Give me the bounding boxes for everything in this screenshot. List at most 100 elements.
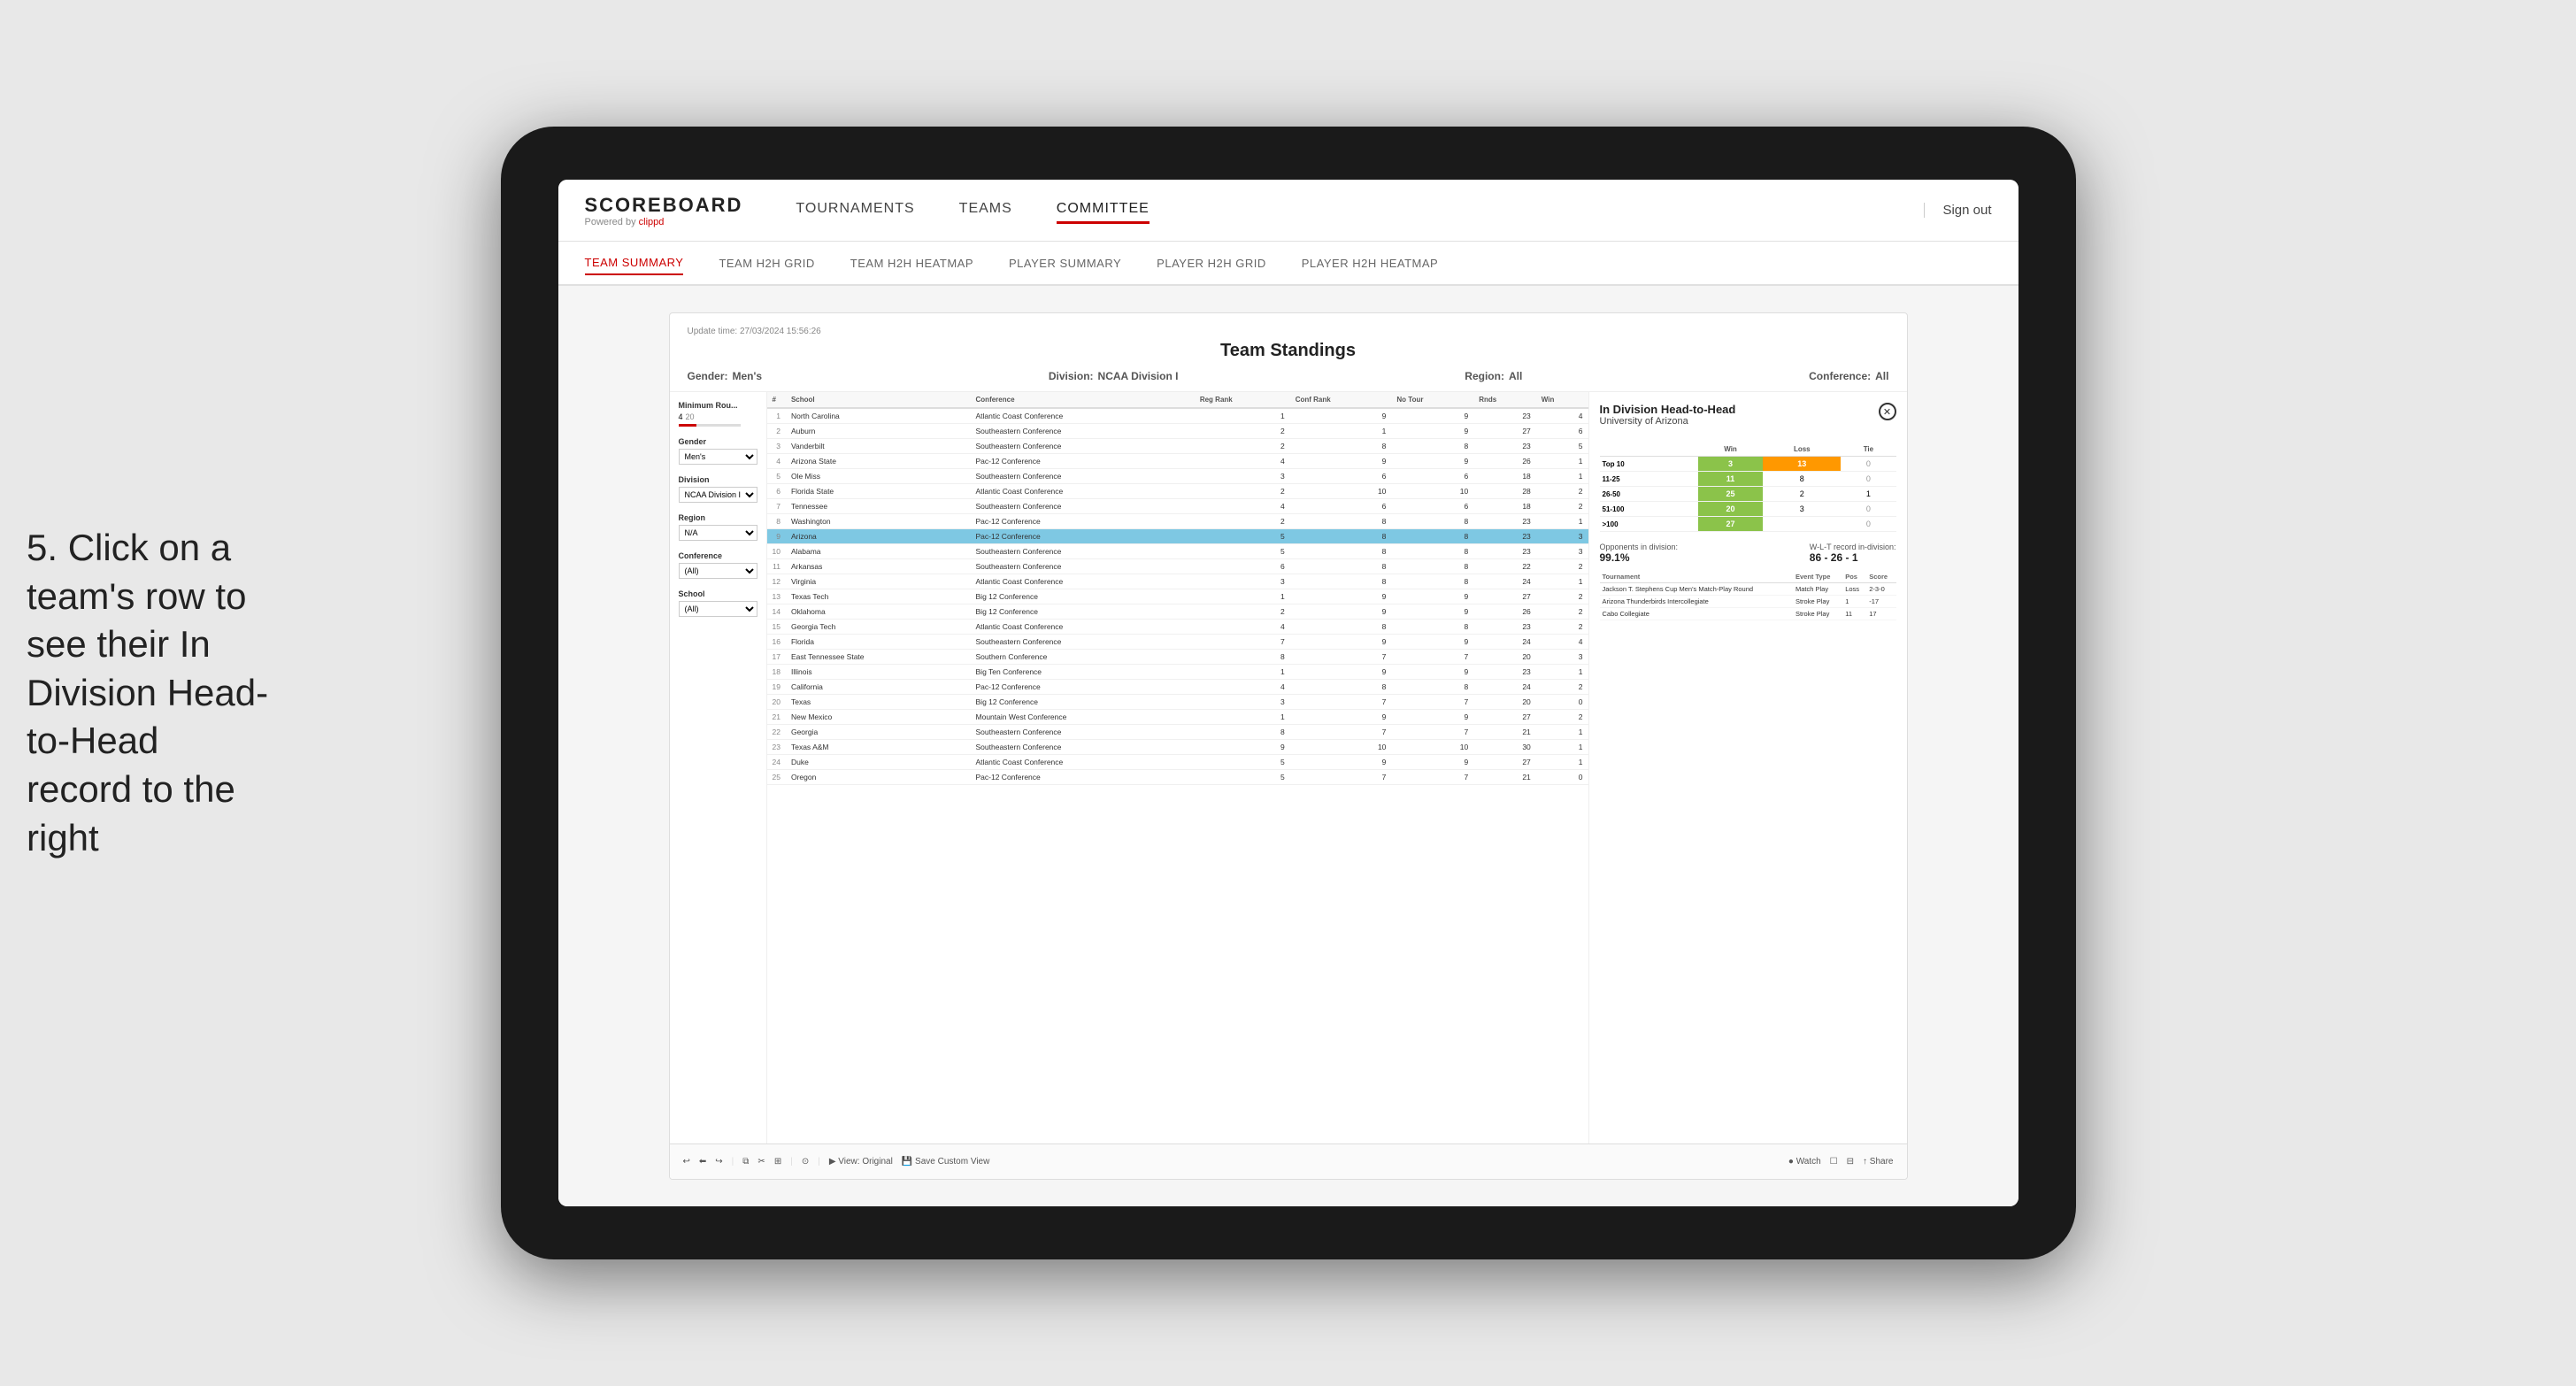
t-col-pos: Pos bbox=[1842, 571, 1866, 583]
cell-no-tour: 7 bbox=[1391, 695, 1473, 710]
h2h-close-button[interactable]: ✕ bbox=[1879, 403, 1896, 420]
table-row[interactable]: 22 Georgia Southeastern Conference 8 7 7… bbox=[767, 725, 1588, 740]
table-row[interactable]: 15 Georgia Tech Atlantic Coast Conferenc… bbox=[767, 620, 1588, 635]
nav-committee[interactable]: COMMITTEE bbox=[1057, 196, 1150, 224]
subnav-team-summary[interactable]: TEAM SUMMARY bbox=[585, 251, 684, 275]
table-row[interactable]: 10 Alabama Southeastern Conference 5 8 8… bbox=[767, 544, 1588, 559]
toolbar-watch[interactable]: ● Watch bbox=[1788, 1157, 1821, 1167]
table-row[interactable]: 8 Washington Pac-12 Conference 2 8 8 23 … bbox=[767, 514, 1588, 529]
gender-select[interactable]: Men's bbox=[679, 449, 757, 465]
table-row[interactable]: 3 Vanderbilt Southeastern Conference 2 8… bbox=[767, 439, 1588, 454]
col-win: Win bbox=[1536, 392, 1588, 408]
toolbar-time[interactable]: ⊙ bbox=[802, 1157, 809, 1167]
cell-rnds: 23 bbox=[1473, 514, 1536, 529]
toolbar-sep1: | bbox=[732, 1157, 734, 1167]
cell-no-tour: 7 bbox=[1391, 725, 1473, 740]
table-row[interactable]: 9 Arizona Pac-12 Conference 5 8 8 23 3 bbox=[767, 529, 1588, 544]
table-row[interactable]: 5 Ole Miss Southeastern Conference 3 6 6… bbox=[767, 469, 1588, 484]
table-row[interactable]: 24 Duke Atlantic Coast Conference 5 9 9 … bbox=[767, 755, 1588, 770]
table-row[interactable]: 18 Illinois Big Ten Conference 1 9 9 23 … bbox=[767, 665, 1588, 680]
conference-select[interactable]: (All) bbox=[679, 563, 757, 579]
cell-no-tour: 7 bbox=[1391, 770, 1473, 785]
cell-conference: Southeastern Conference bbox=[971, 635, 1195, 650]
table-row[interactable]: 2 Auburn Southeastern Conference 2 1 9 2… bbox=[767, 424, 1588, 439]
table-row[interactable]: 23 Texas A&M Southeastern Conference 9 1… bbox=[767, 740, 1588, 755]
table-row[interactable]: 12 Virginia Atlantic Coast Conference 3 … bbox=[767, 574, 1588, 589]
toolbar-undo[interactable]: ↩ bbox=[683, 1157, 690, 1167]
filter-region: Region: All bbox=[1465, 370, 1522, 382]
t-pos: 1 bbox=[1842, 596, 1866, 608]
table-row[interactable]: 16 Florida Southeastern Conference 7 9 9… bbox=[767, 635, 1588, 650]
standings-table-area: # School Conference Reg Rank Conf Rank N… bbox=[767, 392, 1588, 1143]
cell-conference: Southeastern Conference bbox=[971, 469, 1195, 484]
cell-win: 1 bbox=[1536, 454, 1588, 469]
annotation-content: 5. Click on a team's row to see their In… bbox=[27, 527, 268, 859]
cell-school: Texas Tech bbox=[786, 589, 971, 604]
filter-row: Gender: Men's Division: NCAA Division I … bbox=[688, 370, 1889, 382]
toolbar-copy[interactable]: ⧉ bbox=[742, 1157, 749, 1167]
toolbar-view-original[interactable]: ▶ View: Original bbox=[829, 1157, 893, 1167]
toolbar-cut[interactable]: ✂ bbox=[757, 1157, 765, 1167]
cell-no-tour: 8 bbox=[1391, 439, 1473, 454]
cell-win: 2 bbox=[1536, 680, 1588, 695]
cell-no-tour: 8 bbox=[1391, 544, 1473, 559]
toolbar-save-custom[interactable]: 💾 Save Custom View bbox=[902, 1157, 990, 1167]
min-rounds-slider[interactable] bbox=[679, 424, 741, 427]
school-select[interactable]: (All) bbox=[679, 601, 757, 617]
division-select[interactable]: NCAA Division I bbox=[679, 487, 757, 503]
table-row[interactable]: 13 Texas Tech Big 12 Conference 1 9 9 27… bbox=[767, 589, 1588, 604]
table-row[interactable]: 7 Tennessee Southeastern Conference 4 6 … bbox=[767, 499, 1588, 514]
nav-tournaments[interactable]: TOURNAMENTS bbox=[796, 196, 914, 224]
cell-win: 2 bbox=[1536, 604, 1588, 620]
table-row[interactable]: 21 New Mexico Mountain West Conference 1… bbox=[767, 710, 1588, 725]
table-row[interactable]: 17 East Tennessee State Southern Confere… bbox=[767, 650, 1588, 665]
table-row[interactable]: 25 Oregon Pac-12 Conference 5 7 7 21 0 bbox=[767, 770, 1588, 785]
cell-rnds: 24 bbox=[1473, 635, 1536, 650]
h2h-loss: 8 bbox=[1763, 472, 1841, 487]
cell-rnds: 21 bbox=[1473, 725, 1536, 740]
division-filter: Division NCAA Division I bbox=[679, 475, 757, 503]
t-name: Cabo Collegiate bbox=[1600, 608, 1793, 620]
cell-rank: 24 bbox=[767, 755, 786, 770]
h2h-tie: 0 bbox=[1841, 472, 1895, 487]
cell-rnds: 21 bbox=[1473, 770, 1536, 785]
table-row[interactable]: 6 Florida State Atlantic Coast Conferenc… bbox=[767, 484, 1588, 499]
cell-rnds: 23 bbox=[1473, 529, 1536, 544]
cell-conference: Southeastern Conference bbox=[971, 439, 1195, 454]
subnav-team-h2h-grid[interactable]: TEAM H2H GRID bbox=[719, 252, 814, 274]
table-row[interactable]: 4 Arizona State Pac-12 Conference 4 9 9 … bbox=[767, 454, 1588, 469]
toolbar-share[interactable]: ↑ Share bbox=[1863, 1157, 1893, 1167]
t-col-name: Tournament bbox=[1600, 571, 1793, 583]
toolbar-layout[interactable]: ⊟ bbox=[1847, 1157, 1854, 1167]
nav-teams[interactable]: TEAMS bbox=[959, 196, 1012, 224]
h2h-title: In Division Head-to-Head bbox=[1600, 403, 1736, 416]
cell-conference: Pac-12 Conference bbox=[971, 770, 1195, 785]
table-row[interactable]: 11 Arkansas Southeastern Conference 6 8 … bbox=[767, 559, 1588, 574]
subnav-player-h2h-grid[interactable]: PLAYER H2H GRID bbox=[1157, 252, 1266, 274]
table-row[interactable]: 14 Oklahoma Big 12 Conference 2 9 9 26 2 bbox=[767, 604, 1588, 620]
cell-conference: Pac-12 Conference bbox=[971, 529, 1195, 544]
cell-win: 5 bbox=[1536, 439, 1588, 454]
col-reg-rank: Reg Rank bbox=[1195, 392, 1290, 408]
toolbar-comment[interactable]: ☐ bbox=[1830, 1157, 1838, 1167]
subnav-team-h2h-heatmap[interactable]: TEAM H2H HEATMAP bbox=[850, 252, 973, 274]
subnav-player-summary[interactable]: PLAYER SUMMARY bbox=[1009, 252, 1121, 274]
cell-conf-rank: 8 bbox=[1290, 514, 1392, 529]
table-row[interactable]: 20 Texas Big 12 Conference 3 7 7 20 0 bbox=[767, 695, 1588, 710]
h2h-row: >100 27 0 bbox=[1600, 517, 1896, 532]
table-row[interactable]: 19 California Pac-12 Conference 4 8 8 24… bbox=[767, 680, 1588, 695]
h2h-tie: 1 bbox=[1841, 487, 1895, 502]
toolbar-redo[interactable]: ↪ bbox=[715, 1157, 722, 1167]
table-row[interactable]: 1 North Carolina Atlantic Coast Conferen… bbox=[767, 408, 1588, 424]
h2h-row: Top 10 3 13 0 bbox=[1600, 457, 1896, 472]
toolbar-step-back[interactable]: ⬅ bbox=[699, 1157, 706, 1167]
toolbar-grid[interactable]: ⊞ bbox=[774, 1157, 781, 1167]
col-conf-rank: Conf Rank bbox=[1290, 392, 1392, 408]
cell-conference: Atlantic Coast Conference bbox=[971, 484, 1195, 499]
cell-rank: 23 bbox=[767, 740, 786, 755]
cell-conf-rank: 8 bbox=[1290, 544, 1392, 559]
region-select[interactable]: N/A bbox=[679, 525, 757, 541]
cell-win: 1 bbox=[1536, 514, 1588, 529]
sign-out-button[interactable]: Sign out bbox=[1924, 203, 1991, 218]
subnav-player-h2h-heatmap[interactable]: PLAYER H2H HEATMAP bbox=[1302, 252, 1438, 274]
